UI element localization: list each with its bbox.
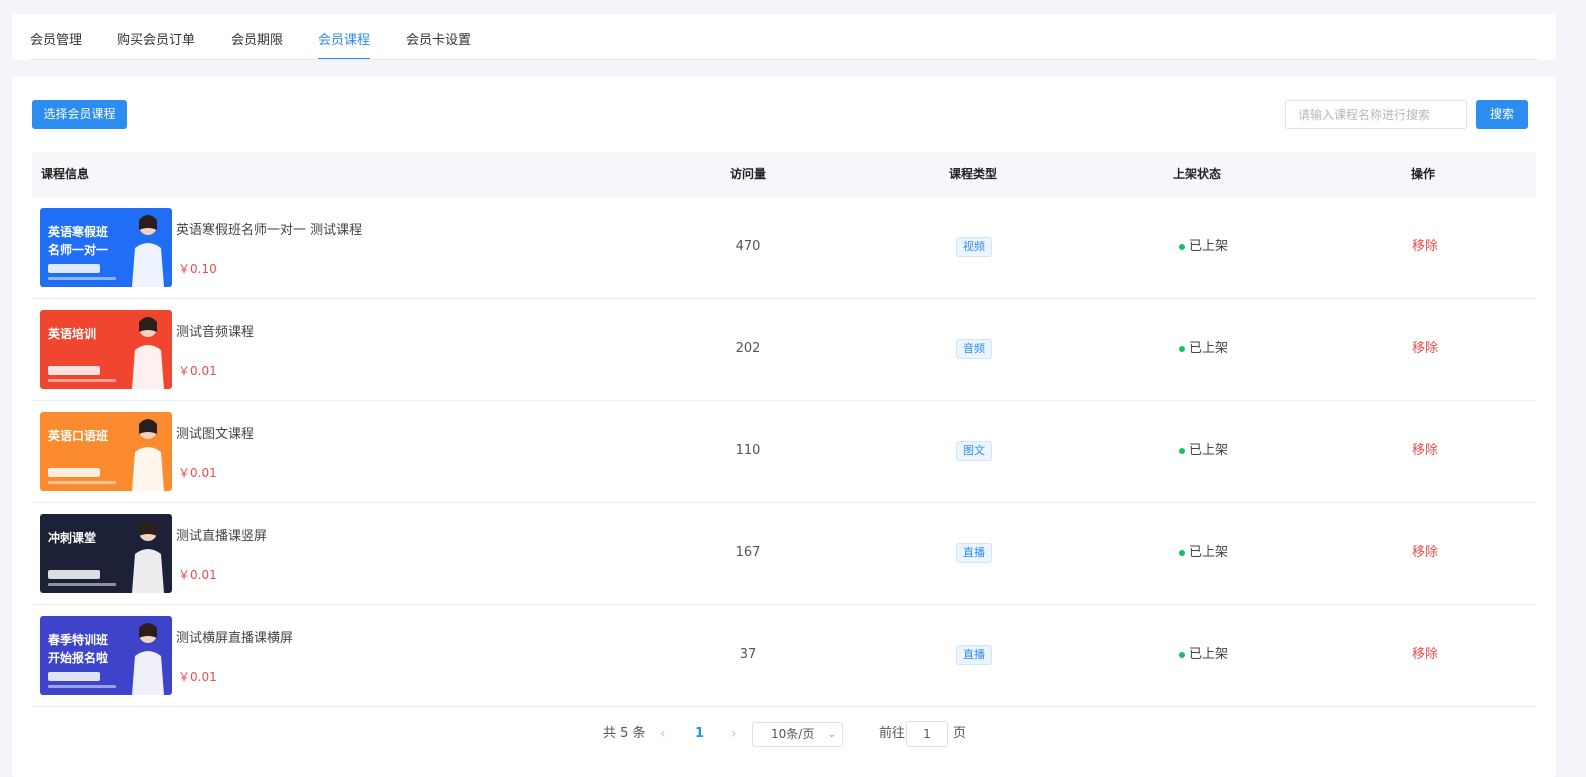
goto-page-input[interactable]: 1 [906, 721, 948, 747]
status-dot-icon [1179, 243, 1185, 250]
column-visits: 访问量 [730, 167, 767, 181]
listing-status: 已上架 [1179, 299, 1228, 399]
course-type-cell: 直播 [914, 503, 1034, 603]
svg-text:名师一对一: 名师一对一 [48, 242, 108, 257]
remove-button[interactable]: 移除 [1412, 401, 1438, 501]
pagination-total: 共 5 条 [603, 726, 646, 741]
select-member-course-button[interactable]: 选择会员课程 [32, 100, 127, 129]
course-title: 英语寒假班名师一对一 测试课程 [176, 223, 363, 238]
remove-button[interactable]: 移除 [1412, 605, 1438, 705]
remove-button[interactable]: 移除 [1412, 197, 1438, 297]
table-row: 春季特训班 开始报名啦 测试横屏直播课横屏 ￥0.01 37 直播 已上架 移除 [32, 605, 1536, 707]
tab-member-courses[interactable]: 会员课程 [318, 14, 371, 60]
table-row: 英语口语班 测试图文课程 ￥0.01 110 图文 已上架 移除 [32, 401, 1536, 503]
table-row: 冲刺课堂 测试直播课竖屏 ￥0.01 167 直播 已上架 移除 [32, 503, 1536, 605]
status-dot-icon [1179, 651, 1185, 658]
page-suffix: 页 [953, 726, 967, 741]
listing-status-text: 已上架 [1189, 341, 1229, 356]
course-type-tag: 音频 [956, 338, 992, 359]
svg-text:英语口语班: 英语口语班 [48, 428, 108, 443]
column-course-info: 课程信息 [41, 167, 90, 181]
course-thumbnail: 英语寒假班 名师一对一 [40, 208, 172, 287]
course-type-tag: 直播 [956, 644, 992, 665]
next-page-icon[interactable]: › [731, 717, 737, 751]
course-type-cell: 图文 [914, 401, 1034, 501]
course-type-tag: 视频 [956, 236, 992, 257]
svg-text:英语培训: 英语培训 [48, 326, 96, 341]
course-thumbnail: 冲刺课堂 [40, 514, 172, 593]
svg-text:冲刺课堂: 冲刺课堂 [48, 530, 96, 545]
tab-member-period[interactable]: 会员期限 [231, 14, 283, 60]
course-thumbnail-image: 冲刺课堂 [40, 514, 172, 593]
column-course-type: 课程类型 [949, 167, 998, 181]
page-size-select[interactable]: 10条/页 ⌄ [752, 722, 843, 747]
listing-status: 已上架 [1179, 503, 1228, 603]
listing-status: 已上架 [1179, 605, 1228, 705]
course-type-cell: 视频 [914, 197, 1034, 297]
course-type-cell: 直播 [914, 605, 1034, 705]
table-row: 英语寒假班 名师一对一 英语寒假班名师一对一 测试课程 ￥0.10 470 视频… [32, 197, 1536, 299]
search-button[interactable]: 搜索 [1476, 100, 1528, 129]
status-dot-icon [1179, 549, 1185, 556]
column-actions: 操作 [1411, 167, 1436, 181]
visit-count: 167 [735, 545, 761, 560]
course-thumbnail-image: 英语培训 [40, 310, 172, 389]
listing-status-text: 已上架 [1189, 443, 1229, 458]
pagination: 共 5 条 ‹ 1 › 10条/页 ⌄ 前往 1 页 [12, 717, 1556, 751]
remove-button[interactable]: 移除 [1412, 503, 1438, 603]
table-header: 课程信息 访问量 课程类型 上架状态 操作 [32, 152, 1536, 197]
course-price: ￥0.01 [178, 568, 217, 582]
chevron-down-icon: ⌄ [827, 729, 836, 740]
listing-status: 已上架 [1179, 197, 1228, 297]
tab-bar: 会员管理 购买会员订单 会员期限 会员课程 会员卡设置 [12, 14, 1556, 60]
prev-page-icon[interactable]: ‹ [660, 717, 666, 751]
course-panel: 选择会员课程 搜索 课程信息 访问量 课程类型 上架状态 操作 英语寒假班 名师… [12, 77, 1556, 777]
listing-status-text: 已上架 [1189, 239, 1229, 254]
course-thumbnail: 英语口语班 [40, 412, 172, 491]
course-title: 测试音频课程 [176, 325, 255, 340]
course-type-cell: 音频 [914, 299, 1034, 399]
tab-member-orders[interactable]: 购买会员订单 [117, 14, 195, 60]
listing-status-text: 已上架 [1189, 545, 1229, 560]
search-input[interactable] [1285, 100, 1467, 129]
page-number-current[interactable]: 1 [695, 717, 704, 751]
svg-text:英语寒假班: 英语寒假班 [48, 224, 108, 239]
table-row: 英语培训 测试音频课程 ￥0.01 202 音频 已上架 移除 [32, 299, 1536, 401]
course-title: 测试直播课竖屏 [176, 529, 268, 544]
table-body: 英语寒假班 名师一对一 英语寒假班名师一对一 测试课程 ￥0.10 470 视频… [32, 197, 1536, 707]
course-thumbnail-image: 春季特训班 开始报名啦 [40, 616, 172, 695]
listing-status: 已上架 [1179, 401, 1228, 501]
tab-bar-divider [30, 59, 1538, 60]
course-price: ￥0.10 [178, 262, 217, 276]
course-type-tag: 直播 [956, 542, 992, 563]
svg-text:春季特训班: 春季特训班 [47, 632, 108, 647]
visit-count: 110 [735, 443, 761, 458]
course-price: ￥0.01 [178, 466, 217, 480]
course-price: ￥0.01 [178, 670, 217, 684]
column-listing-status: 上架状态 [1173, 167, 1222, 181]
page-size-value: 10条/页 [771, 727, 815, 741]
course-thumbnail: 英语培训 [40, 310, 172, 389]
tab-member-card-settings[interactable]: 会员卡设置 [406, 14, 471, 60]
visit-count: 202 [735, 341, 761, 356]
course-title: 测试横屏直播课横屏 [176, 631, 294, 646]
visit-count: 470 [735, 239, 761, 254]
course-type-tag: 图文 [956, 440, 992, 461]
goto-label: 前往 [879, 726, 906, 741]
svg-text:开始报名啦: 开始报名啦 [48, 650, 108, 665]
course-thumbnail-image: 英语寒假班 名师一对一 [40, 208, 172, 287]
tab-member-management[interactable]: 会员管理 [30, 14, 82, 60]
course-thumbnail-image: 英语口语班 [40, 412, 172, 491]
status-dot-icon [1179, 447, 1185, 454]
course-title: 测试图文课程 [176, 427, 255, 442]
course-thumbnail: 春季特训班 开始报名啦 [40, 616, 172, 695]
visit-count: 37 [739, 647, 757, 662]
remove-button[interactable]: 移除 [1412, 299, 1438, 399]
course-table: 课程信息 访问量 课程类型 上架状态 操作 英语寒假班 名师一对一 英语寒假班名… [32, 152, 1536, 707]
listing-status-text: 已上架 [1189, 647, 1229, 662]
status-dot-icon [1179, 345, 1185, 352]
course-price: ￥0.01 [178, 364, 217, 378]
